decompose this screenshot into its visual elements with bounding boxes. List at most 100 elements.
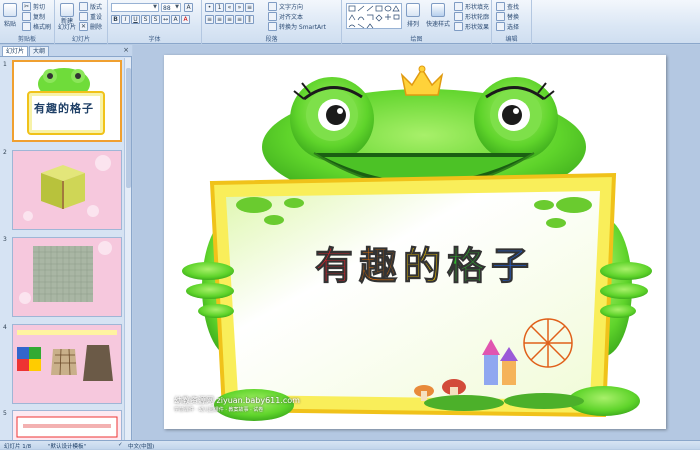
thumbnail-number: 1 <box>3 61 7 68</box>
quick-styles-icon <box>431 3 445 17</box>
font-group-label: 字体 <box>148 36 161 43</box>
scissors-icon: ✂ <box>22 2 31 11</box>
line-spacing-icon[interactable]: ≡ <box>245 3 254 12</box>
title-char: 格 <box>446 244 492 289</box>
watermark: 幼教资源网 ziyuan.baby611.com <box>174 396 300 405</box>
quick-styles-button[interactable]: 快速样式 <box>426 3 450 28</box>
thumbnail-1-title: 有趣的格子 <box>34 102 94 115</box>
status-bar: 幻灯片 1/8 "默认设计模板" ✓ 中文(中国) <box>0 440 700 450</box>
paragraph-group: • 1 « » ≡ ≡ ≡ ≡ ≡ ‖ 文字方向 对齐文本 转换为 SmartA… <box>202 0 342 44</box>
slide-thumbnail-4[interactable] <box>12 324 122 404</box>
font-color-icon[interactable]: A <box>181 15 190 24</box>
increase-indent-icon[interactable]: » <box>235 3 244 12</box>
bullets-icon[interactable]: • <box>205 3 214 12</box>
select-button[interactable]: 选择 <box>496 22 519 31</box>
paste-button[interactable]: 粘贴 <box>3 3 17 28</box>
delete-icon: ✕ <box>79 22 88 31</box>
ribbon: 粘贴 ✂ 剪切 复制 格式刷 剪贴板 新建 幻灯片 版式 重设 ✕ 删除 幻灯片 ▼… <box>0 0 700 44</box>
slide-title[interactable]: 有趣的格子 <box>260 235 590 290</box>
title-char: 有 <box>314 244 359 289</box>
align-right-icon[interactable]: ≡ <box>225 15 234 24</box>
copy-button[interactable]: 复制 <box>22 12 45 21</box>
columns-icon[interactable]: ‖ <box>245 15 254 24</box>
delete-slide-button[interactable]: ✕ 删除 <box>79 22 102 31</box>
slide-thumbnail-3[interactable] <box>12 237 122 317</box>
justify-icon[interactable]: ≡ <box>235 15 244 24</box>
shape-effects-button[interactable]: 形状效果 <box>454 22 489 31</box>
replace-button[interactable]: 替换 <box>496 12 519 21</box>
font-format-buttons: B I U S S ↔ A A <box>111 15 190 24</box>
thumbnail-number: 3 <box>3 236 7 243</box>
slides-group-label: 幻灯片 <box>71 36 90 43</box>
italic-icon[interactable]: I <box>121 15 130 24</box>
drawing-group: 排列 快速样式 形状填充 形状轮廓 形状效果 绘图 <box>342 0 492 44</box>
numbering-icon[interactable]: 1 <box>215 3 224 12</box>
editing-group: 查找 替换 选择 编辑 <box>492 0 532 44</box>
smartart-button[interactable]: 转换为 SmartArt <box>268 22 326 31</box>
watermark-subtitle: 学前课件 · 幼儿园课件 · 教案故事 · 试卷 <box>174 407 264 413</box>
cut-button[interactable]: ✂ 剪切 <box>22 2 45 11</box>
thumbnail-3-image <box>13 238 121 316</box>
slide-thumbnail-2[interactable] <box>12 150 122 230</box>
font-group: ▼ 88 ▼ A B I U S S ↔ A A 字体 <box>108 0 202 44</box>
spacing-icon[interactable]: ↔ <box>161 15 170 24</box>
shape-fill-button[interactable]: 形状填充 <box>454 2 489 11</box>
pane-tabs: 幻灯片 大纲 × <box>0 45 132 57</box>
format-painter-button[interactable]: 格式刷 <box>22 22 51 31</box>
align-left-icon[interactable]: ≡ <box>205 15 214 24</box>
font-name-combo[interactable]: ▼ <box>111 3 159 12</box>
font-size-combo[interactable]: 88 ▼ <box>161 3 181 12</box>
reset-icon <box>79 12 88 21</box>
title-char: 子 <box>491 244 536 289</box>
shadow-icon[interactable]: S <box>151 15 160 24</box>
text-direction-icon <box>268 2 277 11</box>
new-slide-button[interactable]: 新建 幻灯片 <box>58 3 76 31</box>
text-direction-button[interactable]: 文字方向 <box>268 2 303 11</box>
align-buttons: ≡ ≡ ≡ ≡ ‖ <box>205 15 254 24</box>
shapes-gallery[interactable] <box>346 3 402 29</box>
reset-button[interactable]: 重设 <box>79 12 102 21</box>
thumbnail-5-image <box>13 411 121 440</box>
shape-outline-button[interactable]: 形状轮廓 <box>454 12 489 21</box>
thumbnail-list: 1 有趣的格子 2 3 4 5 <box>0 58 125 440</box>
tab-outline[interactable]: 大纲 <box>29 46 50 56</box>
drawing-group-label: 绘图 <box>410 36 423 43</box>
effects-icon <box>454 22 463 31</box>
align-text-icon <box>268 12 277 21</box>
arrange-button[interactable]: 排列 <box>406 3 420 28</box>
change-case-icon[interactable]: A <box>171 15 180 24</box>
clipboard-group-label: 剪贴板 <box>17 36 36 43</box>
grow-font-button[interactable]: A <box>184 3 193 12</box>
thumbnail-2-image <box>13 151 121 229</box>
close-icon[interactable]: × <box>123 46 129 54</box>
binoculars-icon <box>496 2 505 11</box>
smartart-icon <box>268 22 277 31</box>
thumbnail-number: 4 <box>3 324 7 331</box>
cursor-icon <box>496 22 505 31</box>
title-char: 的 <box>402 244 447 289</box>
chevron-down-icon: ▼ <box>175 4 179 10</box>
slides-pane: 幻灯片 大纲 × 1 有趣的格子 2 3 4 5 <box>0 45 132 440</box>
strikethrough-icon[interactable]: S <box>141 15 150 24</box>
current-slide[interactable]: 有趣的格子 幼教资源网 ziyuan.baby611.com 学前课件 · 幼儿… <box>164 55 666 429</box>
slide-thumbnail-1[interactable]: 有趣的格子 <box>12 60 122 142</box>
replace-icon <box>496 12 505 21</box>
align-center-icon[interactable]: ≡ <box>215 15 224 24</box>
paint-bucket-icon <box>454 2 463 11</box>
editing-group-label: 编辑 <box>505 36 518 43</box>
layout-button[interactable]: 版式 <box>79 2 102 11</box>
new-slide-icon <box>60 3 74 17</box>
tab-slides[interactable]: 幻灯片 <box>2 46 29 56</box>
arrange-icon <box>406 3 420 17</box>
paragraph-group-label: 段落 <box>265 36 278 43</box>
check-icon: ✓ <box>118 442 123 448</box>
pen-icon <box>454 12 463 21</box>
slide-thumbnail-5[interactable] <box>12 410 122 440</box>
underline-icon[interactable]: U <box>131 15 140 24</box>
scrollbar-thumb[interactable] <box>126 68 131 188</box>
align-text-button[interactable]: 对齐文本 <box>268 12 303 21</box>
bold-icon[interactable]: B <box>111 15 120 24</box>
find-button[interactable]: 查找 <box>496 2 519 11</box>
thumbnail-scrollbar[interactable] <box>124 58 131 440</box>
decrease-indent-icon[interactable]: « <box>225 3 234 12</box>
